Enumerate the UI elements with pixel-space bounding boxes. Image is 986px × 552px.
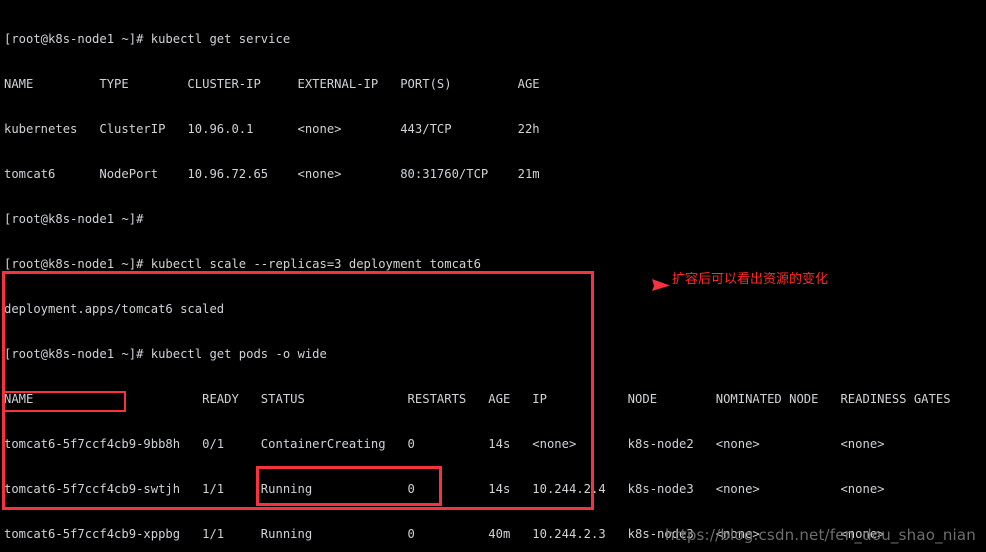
terminal-line: [root@k8s-node1 ~]# kubectl get pods -o … bbox=[4, 347, 327, 361]
terminal-output[interactable]: [root@k8s-node1 ~]# kubectl get service … bbox=[4, 2, 982, 552]
terminal-line: tomcat6 NodePort 10.96.72.65 <none> 80:3… bbox=[4, 167, 540, 181]
terminal-line: [root@k8s-node1 ~]# bbox=[4, 212, 151, 226]
terminal-line: NAME TYPE CLUSTER-IP EXTERNAL-IP PORT(S)… bbox=[4, 77, 540, 91]
terminal-screenshot: [root@k8s-node1 ~]# kubectl get service … bbox=[0, 0, 986, 552]
red-arrow-icon bbox=[614, 279, 670, 291]
watermark-url: https://blog.csdn.net/fen_dou_shao_nian bbox=[664, 526, 976, 544]
terminal-line: deployment.apps/tomcat6 scaled bbox=[4, 302, 225, 316]
terminal-line: NAME READY STATUS RESTARTS AGE IP NODE N… bbox=[4, 392, 951, 406]
terminal-line: [root@k8s-node1 ~]# kubectl scale --repl… bbox=[4, 257, 481, 271]
terminal-line: kubernetes ClusterIP 10.96.0.1 <none> 44… bbox=[4, 122, 540, 136]
annotation-note: 扩容后可以看出资源的变化 bbox=[672, 272, 829, 287]
terminal-line: tomcat6-5f7ccf4cb9-9bb8h 0/1 ContainerCr… bbox=[4, 437, 885, 451]
terminal-line: [root@k8s-node1 ~]# kubectl get service bbox=[4, 32, 291, 46]
terminal-line: tomcat6-5f7ccf4cb9-swtjh 1/1 Running 0 1… bbox=[4, 482, 885, 496]
